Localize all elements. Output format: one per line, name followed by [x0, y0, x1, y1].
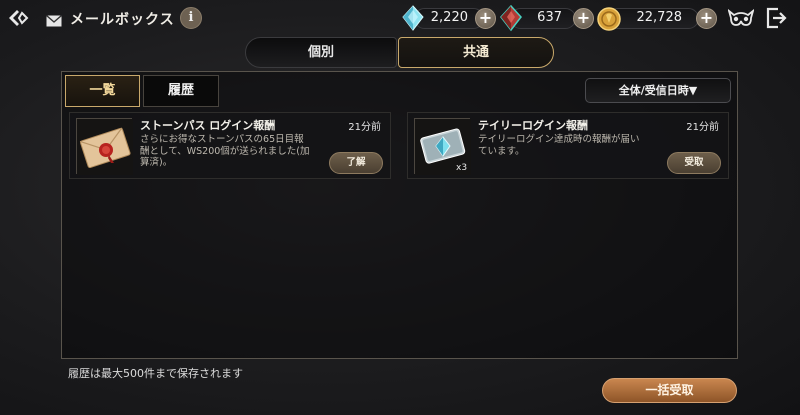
acknowledge-button[interactable]: 了解 — [329, 152, 383, 174]
mask-icon[interactable] — [727, 8, 755, 28]
mail-description: テイリーログイン達成時の報酬が届いています。 — [478, 134, 640, 157]
mail-icon — [46, 12, 62, 27]
info-button[interactable]: i — [180, 7, 202, 29]
tab-history[interactable]: 履歴 — [143, 75, 219, 107]
gold-coin-value: 22,728 — [636, 10, 683, 25]
add-red-crystal-button[interactable]: + — [573, 8, 594, 29]
mail-time: 21分前 — [348, 122, 381, 133]
history-note: 履歴は最大500件まで保存されます — [68, 367, 243, 380]
add-blue-crystal-button[interactable]: + — [475, 8, 496, 29]
gold-coin-icon — [596, 6, 622, 34]
sort-dropdown[interactable]: 全体/受信日時▼ — [585, 78, 731, 103]
mail-title: ストーンパス ログイン報酬 — [140, 119, 276, 132]
mail-item[interactable]: ストーンパス ログイン報酬 21分前 さらにお得なストーンパスの65日目報酬とし… — [69, 112, 391, 179]
item-quantity: x3 — [456, 163, 468, 173]
mail-item[interactable]: x3 テイリーログイン報酬 21分前 テイリーログイン達成時の報酬が届いています… — [407, 112, 729, 179]
mail-time: 21分前 — [686, 122, 719, 133]
top-bar: メールボックス i 2,220 + 637 + 22,728 + — [0, 0, 800, 36]
bulk-receive-button[interactable]: 一括受取 — [602, 378, 737, 403]
tab-common[interactable]: 共通 — [398, 37, 554, 68]
letter-seal-icon — [76, 118, 133, 175]
red-crystal-value: 637 — [537, 10, 562, 25]
receive-button[interactable]: 受取 — [667, 152, 721, 174]
blue-crystal-value: 2,220 — [430, 10, 468, 25]
page-title: メールボックス — [70, 12, 175, 28]
tab-list[interactable]: 一覧 — [65, 75, 140, 107]
tab-individual[interactable]: 個別 — [245, 37, 397, 68]
exit-icon[interactable] — [764, 6, 788, 30]
mail-description: さらにお得なストーンパスの65日目報酬として、WS200個が送られました(加算済… — [140, 134, 310, 168]
mail-panel: 一覧 履歴 全体/受信日時▼ ストーンパス ログイン報酬 21分前 さらにお得な… — [61, 71, 738, 359]
mail-title: テイリーログイン報酬 — [478, 119, 588, 132]
back-icon[interactable] — [6, 6, 30, 30]
add-gold-coin-button[interactable]: + — [696, 8, 717, 29]
